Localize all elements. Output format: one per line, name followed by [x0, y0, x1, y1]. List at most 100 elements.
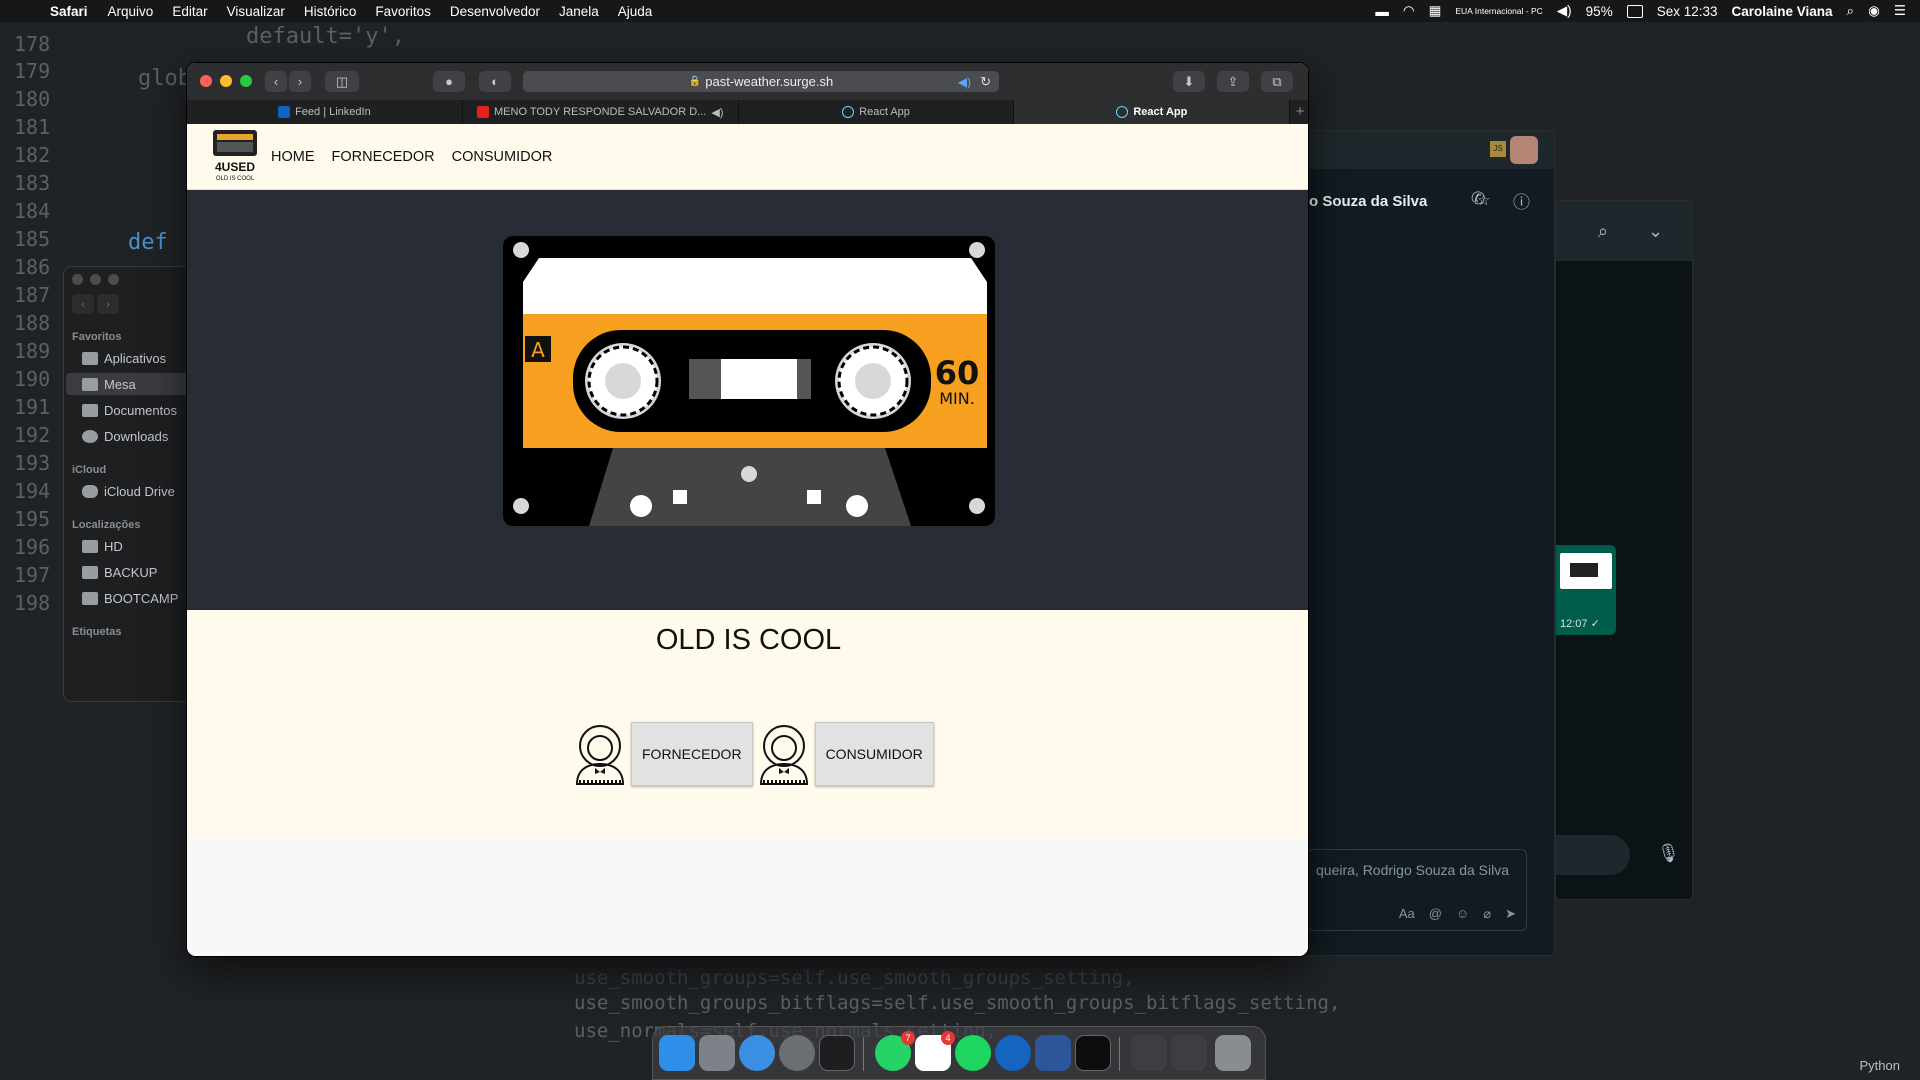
safari-icon[interactable]	[739, 1035, 775, 1071]
menu-historico[interactable]: Histórico	[304, 4, 357, 19]
trash-icon[interactable]	[1215, 1035, 1251, 1071]
cassette-side-label: A	[531, 338, 545, 362]
share-icon[interactable]: ⇪	[1217, 71, 1249, 92]
screenshot-thumbnail-icon[interactable]	[1131, 1035, 1167, 1071]
chat-header: ⌕ ⌄	[1556, 201, 1692, 261]
zoom-button[interactable]	[240, 75, 252, 87]
minimize-button[interactable]	[220, 75, 232, 87]
zoom-button[interactable]	[108, 274, 119, 285]
search-icon[interactable]: ⌕	[1598, 221, 1608, 242]
battery-icon[interactable]	[1626, 4, 1643, 19]
privacy-icon[interactable]: ●	[433, 71, 465, 92]
cassette-minutes: 60	[935, 354, 980, 392]
logo-title: 4USED	[214, 160, 255, 174]
sidebar-icon[interactable]: ◫	[325, 71, 359, 92]
microphone-icon[interactable]: 🎙	[1657, 843, 1680, 864]
web-page: 4USED OLD IS COOL HOME FORNECEDOR CONSUM…	[187, 124, 1308, 956]
disk-icon	[82, 591, 98, 605]
mention-icon[interactable]: @	[1429, 906, 1442, 922]
siri-icon[interactable]: ◉	[1868, 3, 1880, 19]
downloads-stack-icon[interactable]	[1171, 1035, 1207, 1071]
downloads-icon[interactable]: ⬇	[1173, 71, 1205, 92]
tab-youtube[interactable]: MENO TODY RESPONDE SALVADOR D... ◀)	[463, 100, 739, 124]
tab-bar: Feed | LinkedIn MENO TODY RESPONDE SALVA…	[187, 100, 1308, 124]
new-tab-icon[interactable]: +	[1290, 100, 1308, 124]
text-format-icon[interactable]: Aa	[1399, 906, 1415, 922]
tab-label: Feed | LinkedIn	[295, 106, 371, 118]
avatar[interactable]	[1510, 136, 1538, 164]
audio-icon[interactable]: ◀)	[711, 106, 723, 119]
sidebar-item-label: Downloads	[104, 428, 169, 444]
nav-consumidor[interactable]: CONSUMIDOR	[452, 149, 553, 165]
workspace-initials[interactable]: JS	[1490, 141, 1506, 157]
spotify-icon[interactable]	[955, 1035, 991, 1071]
safari-window: ‹ › ◫ ● ◐ 🔒 past-weather.surge.sh ◀) ↻ ⬇…	[186, 62, 1309, 957]
message-input[interactable]: queira, Rodrigo Souza da Silva Aa @ ☺ ⌀ …	[1307, 849, 1527, 931]
tab-overview-icon[interactable]: ⧉	[1261, 71, 1293, 92]
wifi-icon[interactable]: ◠	[1403, 3, 1415, 19]
reload-icon[interactable]: ↻	[980, 74, 991, 90]
forward-icon[interactable]: ›	[97, 294, 119, 314]
notification-icon[interactable]: ▬	[1375, 4, 1389, 19]
slack-icon[interactable]: 4	[915, 1031, 955, 1071]
menu-app-name[interactable]: Safari	[50, 4, 88, 19]
terminal-icon[interactable]	[1075, 1035, 1111, 1071]
nav-fornecedor[interactable]: FORNECEDOR	[332, 149, 435, 165]
menu-editar[interactable]: Editar	[172, 4, 207, 19]
consumidor-button[interactable]: CONSUMIDOR	[814, 722, 934, 786]
word-icon[interactable]	[1035, 1035, 1071, 1071]
react-icon	[842, 106, 855, 118]
composer-box[interactable]	[1556, 835, 1630, 875]
menu-visualizar[interactable]: Visualizar	[227, 4, 285, 19]
menu-janela[interactable]: Janela	[559, 4, 599, 19]
back-icon[interactable]: ‹	[72, 294, 94, 314]
line-number: 186	[14, 255, 51, 279]
minimize-button[interactable]	[90, 274, 101, 285]
emoji-icon[interactable]: ☺	[1456, 906, 1469, 922]
forward-icon[interactable]: ›	[289, 71, 311, 92]
menu-ajuda[interactable]: Ajuda	[618, 4, 653, 19]
phone-icon[interactable]: ✆	[1471, 189, 1485, 209]
chat-contact-name[interactable]: o Souza da Silva	[1309, 193, 1427, 210]
menu-arquivo[interactable]: Arquivo	[108, 4, 154, 19]
image-message[interactable]: 12:07 ✓	[1556, 545, 1616, 635]
control-center-icon[interactable]: ☰	[1894, 3, 1906, 19]
clock[interactable]: Sex 12:33	[1657, 4, 1718, 19]
shield-icon[interactable]: ◐	[479, 71, 511, 92]
system-preferences-icon[interactable]	[779, 1035, 815, 1071]
menu-desenvolvedor[interactable]: Desenvolvedor	[450, 4, 540, 19]
close-button[interactable]	[200, 75, 212, 87]
fornecedor-button[interactable]: FORNECEDOR	[631, 722, 753, 786]
tab-react-app[interactable]: React App	[739, 100, 1015, 124]
flag-icon[interactable]: ▦	[1429, 3, 1442, 19]
volume-icon[interactable]: ◀)	[1557, 3, 1572, 19]
audio-playing-icon[interactable]: ◀)	[958, 75, 971, 89]
back-icon[interactable]: ‹	[265, 71, 287, 92]
page-headline: OLD IS COOL	[655, 624, 842, 656]
whatsapp-icon[interactable]: 7	[875, 1031, 915, 1071]
menu-favoritos[interactable]: Favoritos	[375, 4, 431, 19]
battery-percent[interactable]: 95%	[1586, 4, 1613, 19]
nav-home[interactable]: HOME	[271, 149, 315, 165]
activity-monitor-icon[interactable]	[819, 1035, 855, 1071]
send-icon[interactable]: ➤	[1505, 906, 1516, 922]
tab-linkedin[interactable]: Feed | LinkedIn	[187, 100, 463, 124]
search-icon[interactable]: ⌕	[1847, 3, 1855, 19]
launchpad-icon[interactable]	[699, 1035, 735, 1071]
keyboard-layout[interactable]: EUA Internacional - PC	[1455, 6, 1542, 16]
chevron-down-icon[interactable]: ⌄	[1648, 221, 1663, 242]
user-name[interactable]: Carolaine Viana	[1732, 4, 1833, 19]
content-section: OLD IS COOL FORNECEDOR CONSUMIDOR	[187, 610, 1308, 838]
site-logo[interactable]: 4USED OLD IS COOL	[211, 128, 259, 186]
info-icon[interactable]: ⓘ	[1513, 188, 1530, 213]
download-icon	[82, 429, 98, 443]
address-bar[interactable]: 🔒 past-weather.surge.sh ◀) ↻	[523, 71, 999, 92]
navigation-app-icon[interactable]	[995, 1035, 1031, 1071]
attach-icon[interactable]: ⌀	[1483, 906, 1491, 922]
editor-language-status[interactable]: Python	[1860, 1058, 1900, 1073]
tab-react-app-active[interactable]: React App	[1014, 100, 1291, 124]
finder-icon[interactable]	[659, 1035, 695, 1071]
close-button[interactable]	[72, 274, 83, 285]
message-thumbnail	[1560, 553, 1612, 589]
dock: 7 4	[652, 1026, 1266, 1080]
